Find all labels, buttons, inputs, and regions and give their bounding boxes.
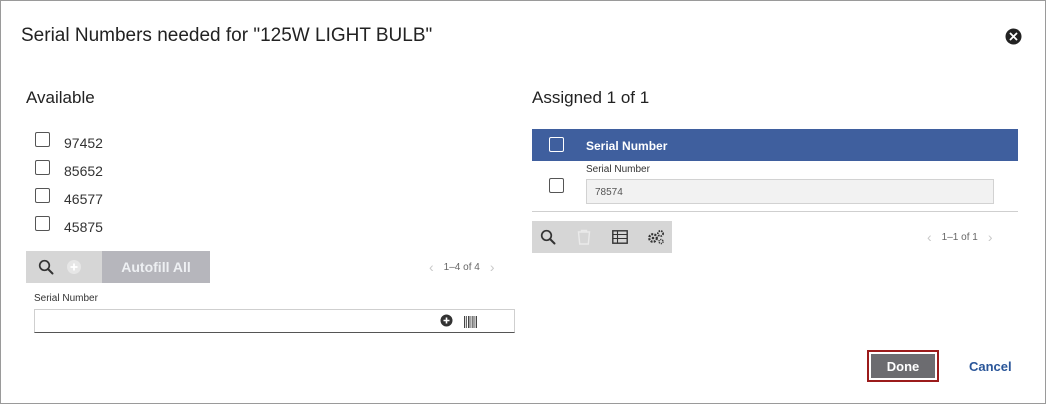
list-item[interactable]: 97452	[35, 131, 103, 159]
prev-page-icon[interactable]: ‹	[927, 229, 932, 245]
serial-number-label: Serial Number	[34, 293, 98, 304]
serial-value: 45875	[64, 219, 103, 235]
available-heading: Available	[26, 88, 95, 107]
next-page-icon[interactable]: ›	[490, 259, 495, 275]
barcode-icon[interactable]	[464, 315, 477, 333]
available-toolbar: Autofill All	[26, 251, 210, 283]
assigned-serial-field[interactable]: 78574	[586, 179, 994, 204]
prev-page-icon[interactable]: ‹	[429, 259, 434, 275]
select-all-checkbox[interactable]	[549, 137, 564, 152]
row-field-label: Serial Number	[586, 164, 650, 175]
serial-value: 46577	[64, 191, 103, 207]
assigned-toolbar	[532, 221, 672, 253]
serial-value: 85652	[64, 163, 103, 179]
assigned-grid-header: Serial Number	[532, 129, 1018, 161]
list-item[interactable]: 85652	[35, 159, 103, 187]
row-checkbox[interactable]	[549, 178, 564, 193]
item-checkbox[interactable]	[35, 188, 50, 203]
list-item[interactable]: 46577	[35, 187, 103, 215]
add-serial-icon[interactable]	[440, 314, 453, 332]
serial-numbers-dialog: Serial Numbers needed for "125W LIGHT BU…	[0, 0, 1046, 404]
available-list: 97452 85652 46577 45875	[35, 131, 103, 243]
list-item[interactable]: 45875	[35, 215, 103, 243]
available-pager: ‹ 1–4 of 4 ›	[429, 259, 495, 275]
serial-value: 97452	[64, 135, 103, 151]
done-label: Done	[871, 354, 935, 378]
search-icon[interactable]	[534, 221, 562, 253]
next-page-icon[interactable]: ›	[988, 229, 993, 245]
dialog-title: Serial Numbers needed for "125W LIGHT BU…	[21, 25, 433, 46]
pager-text: 1–4 of 4	[443, 261, 480, 273]
item-checkbox[interactable]	[35, 160, 50, 175]
trash-icon[interactable]	[570, 221, 598, 253]
assigned-pager: ‹ 1–1 of 1 ›	[927, 229, 993, 245]
add-circle-icon[interactable]	[60, 251, 88, 283]
item-checkbox[interactable]	[35, 132, 50, 147]
pager-text: 1–1 of 1	[941, 231, 978, 243]
serial-number-input[interactable]	[35, 310, 419, 334]
autofill-all-button[interactable]: Autofill All	[102, 251, 210, 283]
table-row: Serial Number 78574	[532, 161, 1018, 212]
item-checkbox[interactable]	[35, 216, 50, 231]
search-icon[interactable]	[32, 251, 60, 283]
close-icon[interactable]	[1005, 28, 1022, 45]
column-header-serial-number[interactable]: Serial Number	[586, 139, 667, 153]
assigned-heading: Assigned 1 of 1	[532, 88, 650, 107]
table-columns-icon[interactable]	[606, 221, 634, 253]
cancel-button[interactable]: Cancel	[969, 359, 1012, 374]
done-button[interactable]: Done	[867, 350, 939, 382]
gears-icon[interactable]	[642, 221, 670, 253]
